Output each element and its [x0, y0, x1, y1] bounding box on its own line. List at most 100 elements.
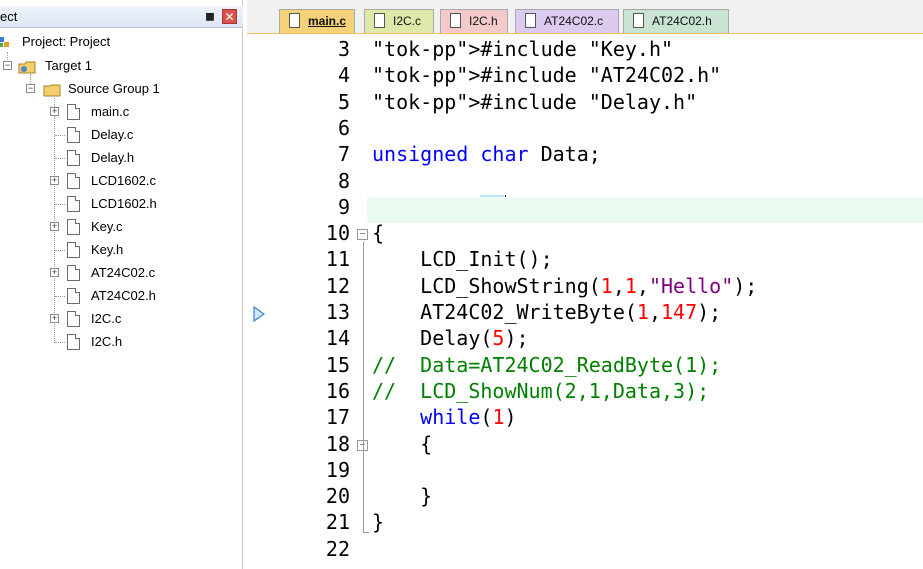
line-number: 4 [337, 63, 350, 88]
tree-item-file[interactable]: + main.c [0, 102, 240, 122]
expand-icon[interactable]: + [50, 314, 59, 323]
tab-i2c-h[interactable]: I2C.h [440, 9, 508, 33]
line-number: 10 [325, 221, 350, 246]
code-line[interactable]: LCD_ShowString(1,1,"Hello"); [372, 274, 757, 298]
fold-collapse-icon[interactable]: − [357, 229, 368, 240]
line-number: 22 [325, 536, 350, 561]
collapse-icon[interactable]: − [26, 84, 35, 93]
line-number: 7 [337, 142, 350, 167]
line-number: 21 [325, 510, 350, 535]
tree-item-label: main.c [91, 104, 130, 119]
file-icon [67, 311, 80, 327]
project-pane-title: ect [0, 9, 18, 24]
tree-connector [55, 296, 65, 297]
file-icon [67, 334, 80, 350]
code-line[interactable]: { [372, 432, 432, 456]
tree-item-group[interactable]: − Source Group 1 [0, 79, 240, 99]
project-pane: ect ◼ ✕ Project: Project − Target 1 − So… [0, 0, 243, 569]
tab-label: I2C.h [469, 14, 498, 28]
fold-line [363, 242, 364, 532]
code-area[interactable]: "tok-pp">#include "Key.h" "tok-pp">#inclu… [360, 34, 923, 569]
project-icon [0, 35, 10, 49]
tab-main-c[interactable]: main.c [279, 9, 355, 33]
close-icon[interactable]: ✕ [222, 9, 237, 24]
execution-arrow-icon [253, 305, 266, 323]
code-line[interactable]: "tok-pp">#include "AT24C02.h" [372, 63, 721, 87]
fold-line [363, 532, 369, 533]
tree-item-label: I2C.c [91, 311, 122, 326]
tree-item-label: LCD1602.h [91, 196, 157, 211]
code-line[interactable]: } [372, 484, 432, 508]
line-number: 15 [325, 352, 350, 377]
tree-item-label: Key.c [91, 219, 123, 234]
line-number: 20 [325, 484, 350, 509]
code-line[interactable]: "tok-pp">#include "Delay.h" [372, 90, 697, 114]
tree-item-project[interactable]: Project: Project [0, 32, 240, 52]
tree-item-file[interactable]: Delay.h [0, 148, 240, 168]
file-icon [67, 265, 80, 281]
tree-item-file[interactable]: + LCD1602.c [0, 171, 240, 191]
tree-item-label: Delay.c [91, 127, 134, 142]
tree-item-label: Delay.h [91, 150, 135, 165]
file-icon [450, 13, 461, 28]
tree-connector [55, 158, 65, 159]
tree-connector [55, 135, 65, 136]
line-number: 18 [325, 431, 350, 456]
expand-icon[interactable]: + [50, 222, 59, 231]
expand-icon[interactable]: + [50, 107, 59, 116]
file-icon [67, 173, 80, 189]
expand-icon[interactable]: + [50, 268, 59, 277]
file-icon [67, 150, 80, 166]
file-icon [67, 242, 80, 258]
current-line-highlight [367, 197, 923, 223]
tree-item-target[interactable]: − Target 1 [0, 56, 240, 76]
target-icon [18, 60, 36, 74]
tree-item-file[interactable]: + I2C.c [0, 309, 240, 329]
code-line[interactable]: while(1) [372, 405, 516, 429]
code-line[interactable]: LCD_Init(); [372, 247, 552, 271]
line-number: 11 [325, 247, 350, 272]
file-icon [67, 104, 80, 120]
file-icon [67, 288, 80, 304]
code-line[interactable]: { [372, 221, 384, 245]
code-line[interactable]: Delay(5); [372, 326, 528, 350]
tree-item-file[interactable]: + Key.c [0, 217, 240, 237]
tree-item-file[interactable]: + AT24C02.c [0, 263, 240, 283]
pin-icon[interactable]: ◼ [203, 9, 217, 23]
code-line[interactable]: } [372, 510, 384, 534]
editor-tab-bar: main.c I2C.c I2C.h AT24C02.c AT24C02.h [247, 0, 923, 34]
file-icon [633, 13, 644, 28]
code-line[interactable]: // LCD_ShowNum(2,1,Data,3); [372, 379, 709, 403]
tree-item-file[interactable]: Delay.c [0, 125, 240, 145]
tree-item-file[interactable]: I2C.h [0, 332, 240, 352]
line-number: 5 [337, 89, 350, 114]
line-number: 9 [337, 194, 350, 219]
tab-label: main.c [308, 14, 347, 28]
code-line[interactable]: "tok-pp">#include "Key.h" [372, 37, 673, 61]
file-icon [525, 13, 536, 28]
code-editor: main.c I2C.c I2C.h AT24C02.c AT24C02.h 3… [247, 0, 923, 569]
code-line[interactable]: AT24C02_WriteByte(1,147); [372, 300, 721, 324]
tree-item-label: I2C.h [91, 334, 123, 349]
tree-item-file[interactable]: AT24C02.h [0, 286, 240, 306]
code-line[interactable]: // Data=AT24C02_ReadByte(1); [372, 353, 721, 377]
line-number: 19 [325, 457, 350, 482]
tab-label: I2C.c [393, 14, 422, 28]
file-icon [374, 13, 385, 28]
file-icon [289, 13, 300, 28]
line-number-gutter: 3 4 5 6 7 8 9 10 11 12 13 14 15 16 17 18 19 20 21 22 [247, 34, 360, 569]
tab-at24c02-h[interactable]: AT24C02.h [623, 9, 729, 33]
tree-item-label: Project: Project [22, 34, 111, 49]
line-number: 14 [325, 326, 350, 351]
tab-i2c-c[interactable]: I2C.c [364, 9, 434, 33]
line-number: 6 [337, 115, 350, 140]
code-line[interactable]: unsigned char Data; [372, 142, 601, 166]
tree-item-file[interactable]: Key.h [0, 240, 240, 260]
tree-item-file[interactable]: LCD1602.h [0, 194, 240, 214]
collapse-icon[interactable]: − [3, 61, 12, 70]
tree-item-label: Key.h [91, 242, 124, 257]
line-number: 3 [337, 37, 350, 61]
expand-icon[interactable]: + [50, 176, 59, 185]
folder-icon [43, 83, 61, 97]
tab-at24c02-c[interactable]: AT24C02.c [515, 9, 619, 33]
